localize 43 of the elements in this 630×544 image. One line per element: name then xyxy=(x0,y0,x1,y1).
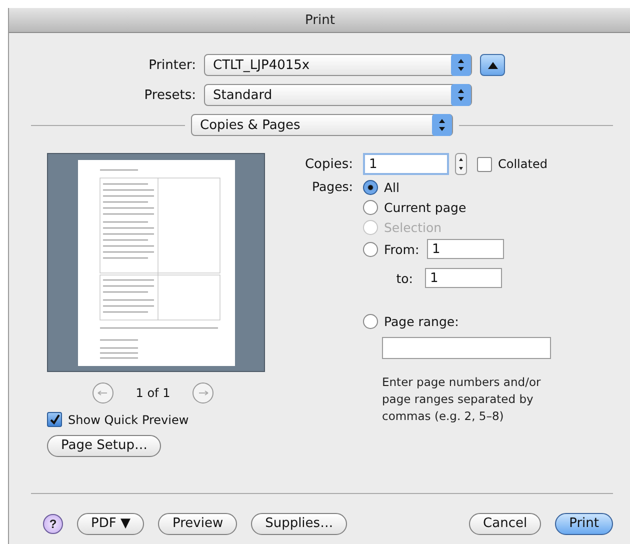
page-range-label: Page range: xyxy=(384,314,459,329)
collated-label: Collated xyxy=(498,157,548,171)
up-triangle-icon xyxy=(488,62,498,68)
help-button[interactable]: ? xyxy=(43,514,63,534)
page-option-label: All xyxy=(384,180,400,195)
printer-label: Printer: xyxy=(148,58,196,72)
details-toggle-button[interactable] xyxy=(480,54,505,76)
footer-button[interactable]: PDF ▼ xyxy=(77,512,144,534)
from-label: From: xyxy=(384,242,420,256)
quick-preview-label: Show Quick Preview xyxy=(68,412,189,426)
panel-popup[interactable]: Copies & Pages xyxy=(191,114,453,136)
footer-button[interactable]: Preview xyxy=(158,512,238,534)
page-option-radio[interactable] xyxy=(363,200,378,215)
window-title: Print xyxy=(305,12,335,28)
page-setup-button[interactable]: Page Setup… xyxy=(47,434,162,456)
to-label: to: xyxy=(395,270,414,286)
from-field[interactable]: 1 xyxy=(427,239,504,259)
to-field[interactable]: 1 xyxy=(425,268,502,288)
presets-popup[interactable]: Standard xyxy=(204,84,472,106)
page-option-radio[interactable] xyxy=(363,242,378,256)
page-option-label: Current page xyxy=(384,200,466,215)
page-range-field[interactable] xyxy=(382,337,551,359)
pages-label: Pages: xyxy=(312,179,353,194)
page-option-label: Selection xyxy=(384,220,442,235)
page-option-radio[interactable] xyxy=(363,180,378,195)
footer-button[interactable]: Supplies… xyxy=(251,512,348,534)
copies-label: Copies: xyxy=(304,156,353,172)
stepper-arrows-icon xyxy=(432,114,452,136)
next-page-button[interactable] xyxy=(192,382,214,404)
quick-preview-checkbox[interactable] xyxy=(47,412,62,427)
page-option-radio[interactable] xyxy=(363,314,378,329)
stepper-arrows-icon xyxy=(451,54,471,76)
collated-checkbox[interactable] xyxy=(477,156,492,172)
previous-page-button[interactable] xyxy=(92,382,114,404)
page-indicator: 1 of 1 xyxy=(136,386,170,400)
copies-stepper[interactable] xyxy=(455,153,467,175)
print-button[interactable]: Print xyxy=(555,512,613,534)
copies-field[interactable]: 1 xyxy=(363,153,449,175)
page-range-hint: Enter page numbers and/or page ranges separated by commas (e.g. 2, 5–8) xyxy=(382,374,542,425)
printer-popup[interactable]: CTLT_LJP4015x xyxy=(204,54,472,76)
stepper-arrows-icon xyxy=(451,84,471,106)
presets-label: Presets: xyxy=(144,88,196,102)
footer-button[interactable]: Cancel xyxy=(469,512,542,534)
